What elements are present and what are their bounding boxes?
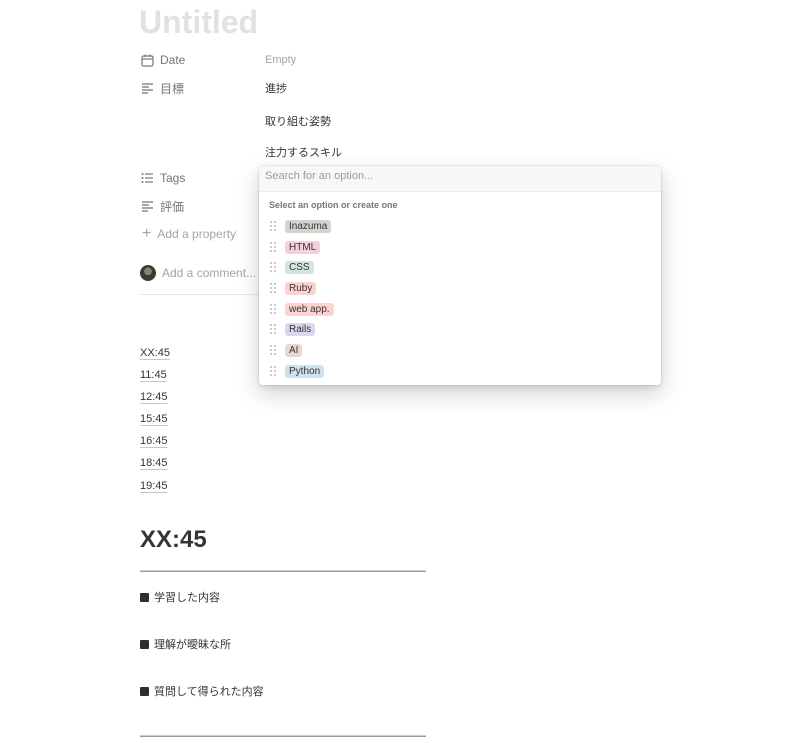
drag-handle-icon[interactable] <box>270 366 276 376</box>
square-bullet-icon <box>140 592 149 602</box>
drag-handle-icon[interactable] <box>270 304 276 314</box>
property-rating-name[interactable]: 評価 <box>140 198 265 215</box>
drag-handle-icon[interactable] <box>270 242 276 252</box>
list-item: 学習した内容 <box>140 589 220 605</box>
property-date-label: Date <box>160 53 186 67</box>
dash-separator: —————————————————————————— <box>140 730 426 742</box>
toc-link[interactable]: 12:45 <box>140 391 168 403</box>
property-date-name[interactable]: Date <box>140 53 265 67</box>
list-icon <box>140 171 154 185</box>
toc-link[interactable]: 18:45 <box>140 457 168 469</box>
option-tag: AI <box>285 343 303 357</box>
property-goal-value-3[interactable]: 注力するスキル <box>265 144 342 160</box>
option-row-inazuma[interactable]: Inazuma <box>259 216 661 236</box>
option-tag: web app. <box>285 302 334 316</box>
comment-placeholder: Add a comment... <box>162 266 257 280</box>
list-item: 質問して得られた内容 <box>140 683 264 699</box>
divider <box>140 294 265 295</box>
property-goal-row: 目標 進捗 <box>140 76 287 100</box>
drag-handle-icon[interactable] <box>270 345 276 355</box>
property-tags-row: Tags <box>140 166 265 190</box>
drag-handle-icon[interactable] <box>270 283 276 293</box>
toc-link[interactable]: XX:45 <box>140 347 170 359</box>
square-bullet-icon <box>140 639 149 649</box>
property-date-value[interactable]: Empty <box>265 54 296 66</box>
list-item-text[interactable]: 理解が曖昧な所 <box>154 636 231 652</box>
square-bullet-icon <box>140 686 149 696</box>
text-lines-icon <box>140 81 154 95</box>
option-tag: Rails <box>285 322 316 336</box>
plus-icon: + <box>142 225 152 242</box>
option-row-html[interactable]: HTML <box>259 237 661 257</box>
option-tag: Inazuma <box>285 219 332 233</box>
property-tags-name[interactable]: Tags <box>140 171 265 185</box>
list-item: 理解が曖昧な所 <box>140 636 231 652</box>
add-property-label: Add a property <box>157 227 237 241</box>
tags-option-dropdown: Select an option or create one Inazuma H… <box>259 166 661 385</box>
option-row-ai[interactable]: AI <box>259 340 661 360</box>
toc-link[interactable]: 16:45 <box>140 435 168 447</box>
property-date-row: Date Empty <box>140 48 296 72</box>
avatar <box>140 265 156 281</box>
add-property-button[interactable]: + Add a property <box>142 225 237 242</box>
option-tag: CSS <box>285 260 314 274</box>
toc-link[interactable]: 11:45 <box>140 369 167 381</box>
dash-separator: —————————————————————————— <box>140 565 426 577</box>
page-title[interactable]: Untitled <box>139 2 258 42</box>
property-goal-value-2[interactable]: 取り組む姿勢 <box>265 113 331 129</box>
property-goal-label: 目標 <box>160 81 185 96</box>
option-row-css[interactable]: CSS <box>259 257 661 277</box>
option-tag: HTML <box>285 240 321 254</box>
toc-link[interactable]: 19:45 <box>140 480 168 492</box>
option-row-web-app[interactable]: web app. <box>259 299 661 319</box>
option-search-box <box>259 166 661 192</box>
text-lines-icon <box>140 199 154 213</box>
comment-row[interactable]: Add a comment... <box>140 265 256 281</box>
property-goal-value-1[interactable]: 進捗 <box>265 80 287 96</box>
list-item-text[interactable]: 質問して得られた内容 <box>154 683 264 699</box>
section-heading: XX:45 <box>140 526 207 553</box>
list-item-text[interactable]: 学習した内容 <box>154 589 220 605</box>
dropdown-hint: Select an option or create one <box>269 200 398 210</box>
calendar-icon <box>140 53 154 67</box>
option-tag: Python <box>285 364 325 378</box>
property-rating-row: 評価 <box>140 194 265 218</box>
drag-handle-icon[interactable] <box>270 262 276 272</box>
property-tags-label: Tags <box>160 171 186 185</box>
property-goal-name[interactable]: 目標 <box>140 80 265 97</box>
drag-handle-icon[interactable] <box>270 324 276 334</box>
drag-handle-icon[interactable] <box>270 221 276 231</box>
option-tag: Ruby <box>285 281 317 295</box>
toc-link[interactable]: 15:45 <box>140 413 168 425</box>
option-row-python[interactable]: Python <box>259 361 661 381</box>
option-row-rails[interactable]: Rails <box>259 319 661 339</box>
property-rating-label: 評価 <box>160 199 185 214</box>
option-search-input[interactable] <box>265 170 645 182</box>
option-row-ruby[interactable]: Ruby <box>259 278 661 298</box>
